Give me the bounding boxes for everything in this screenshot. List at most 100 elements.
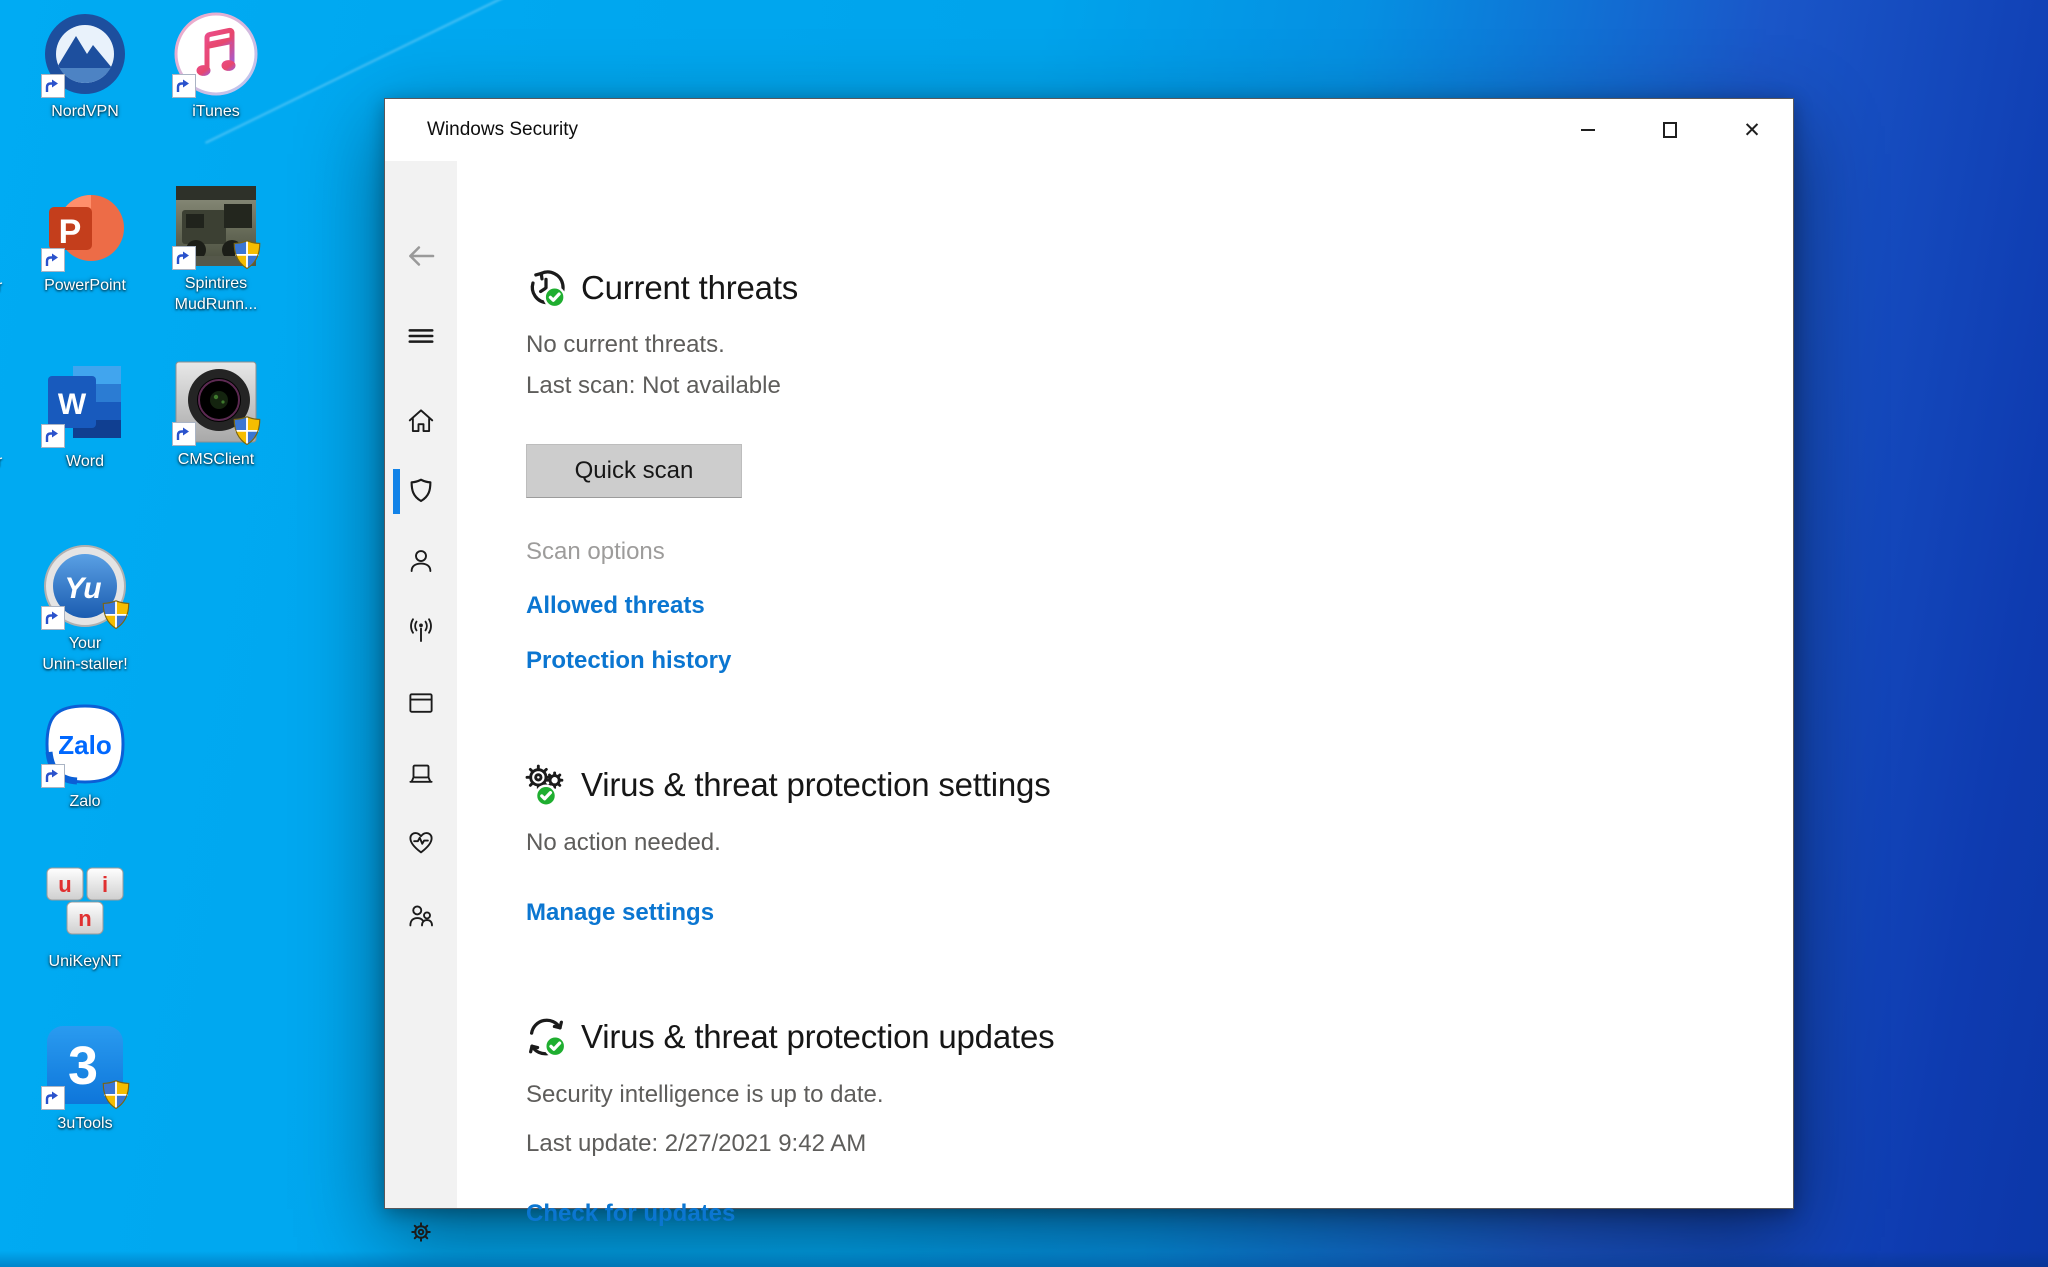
svg-text:u: u xyxy=(58,872,71,897)
desktop-icon-label: 3uTools xyxy=(19,1113,151,1134)
clipped-icon-label: r xyxy=(0,278,2,296)
titlebar: Windows Security ✕ xyxy=(385,99,1793,161)
window-title: Windows Security xyxy=(427,99,578,161)
desktop-icon-label: Your Unin-staller! xyxy=(19,633,151,675)
laptop-icon xyxy=(406,758,436,788)
navigation-sidebar xyxy=(385,161,457,1208)
desktop-icon-unikeynt[interactable]: u i n UniKeyNT xyxy=(19,862,151,972)
back-button[interactable] xyxy=(385,232,457,280)
section-protection-updates-header: Virus & threat protection updates xyxy=(523,1014,1054,1060)
uac-shield-icon xyxy=(230,414,264,448)
shortcut-arrow-icon xyxy=(41,1086,65,1110)
label-line: MudRunn... xyxy=(150,294,282,315)
section-title: Virus & threat protection updates xyxy=(581,1018,1054,1056)
shield-icon xyxy=(406,476,436,506)
uac-shield-icon xyxy=(99,598,133,632)
maximize-button[interactable] xyxy=(1629,99,1711,161)
shortcut-arrow-icon xyxy=(41,74,65,98)
settings-gears-icon xyxy=(523,762,569,808)
svg-text:n: n xyxy=(78,906,91,931)
label-line: Unin-staller! xyxy=(19,654,151,675)
shortcut-arrow-icon xyxy=(172,422,196,446)
svg-text:3: 3 xyxy=(68,1036,98,1096)
sidebar-item-home[interactable] xyxy=(385,397,457,445)
shortcut-arrow-icon xyxy=(41,424,65,448)
sidebar-item-app-browser-control[interactable] xyxy=(385,679,457,727)
unikeynt-icon: u i n xyxy=(43,862,127,946)
desktop-icon-label: Word xyxy=(19,451,151,472)
wireless-antenna-icon xyxy=(406,616,436,646)
svg-text:i: i xyxy=(102,872,108,897)
threats-status-text: No current threats. xyxy=(526,331,725,359)
settings-button[interactable] xyxy=(385,1208,457,1256)
manage-settings-link[interactable]: Manage settings xyxy=(526,899,714,927)
close-button[interactable]: ✕ xyxy=(1711,99,1793,161)
person-icon xyxy=(406,546,436,576)
section-title: Virus & threat protection settings xyxy=(581,766,1051,804)
shortcut-arrow-icon xyxy=(41,606,65,630)
desktop-icon-label: Spintires MudRunn... xyxy=(150,273,282,315)
sidebar-item-virus-threat-protection[interactable] xyxy=(385,467,457,515)
desktop-icon-spintires[interactable]: Spintires MudRunn... xyxy=(150,184,282,315)
section-title: Current threats xyxy=(581,269,798,307)
hamburger-menu-icon xyxy=(406,321,436,351)
desktop-icon-word[interactable]: W Word xyxy=(19,362,151,472)
sidebar-item-device-security[interactable] xyxy=(385,749,457,797)
desktop-icon-3utools[interactable]: 3 3uTools xyxy=(19,1024,151,1134)
gear-icon xyxy=(406,1217,436,1247)
desktop-icon-nordvpn[interactable]: NordVPN xyxy=(19,12,151,122)
clipped-icon-label: r xyxy=(0,453,2,471)
svg-text:Zalo: Zalo xyxy=(58,730,111,760)
refresh-update-icon xyxy=(523,1014,569,1060)
desktop-icon-your-uninstaller[interactable]: Yu Your Unin-staller! xyxy=(19,544,151,675)
scan-options-link[interactable]: Scan options xyxy=(526,538,665,566)
desktop-icon-label: PowerPoint xyxy=(19,275,151,296)
svg-text:W: W xyxy=(58,388,87,421)
section-protection-settings-header: Virus & threat protection settings xyxy=(523,762,1051,808)
back-arrow-icon xyxy=(404,239,438,273)
desktop-icon-label: CMSClient xyxy=(150,449,282,470)
home-icon xyxy=(406,406,436,436)
desktop: r r NordVPN xyxy=(0,0,2048,1267)
shortcut-arrow-icon xyxy=(172,246,196,270)
sidebar-item-firewall-network-protection[interactable] xyxy=(385,607,457,655)
label-line: Your xyxy=(19,633,151,654)
desktop-icon-label: iTunes xyxy=(150,101,282,122)
svg-text:P: P xyxy=(59,213,82,251)
uac-shield-icon xyxy=(99,1078,133,1112)
check-for-updates-link[interactable]: Check for updates xyxy=(526,1200,735,1228)
maximize-icon xyxy=(1663,122,1677,138)
minimize-icon xyxy=(1581,129,1595,131)
updates-status-text: Security intelligence is up to date. xyxy=(526,1081,884,1109)
allowed-threats-link[interactable]: Allowed threats xyxy=(526,592,705,620)
main-content: Current threats No current threats. Last… xyxy=(457,161,1793,1208)
desktop-icon-itunes[interactable]: iTunes xyxy=(150,12,282,122)
protection-history-link[interactable]: Protection history xyxy=(526,647,731,675)
sidebar-item-account-protection[interactable] xyxy=(385,537,457,585)
browser-window-icon xyxy=(406,688,436,718)
svg-text:Yu: Yu xyxy=(64,572,101,605)
windows-security-window: Windows Security ✕ xyxy=(384,98,1794,1209)
shortcut-arrow-icon xyxy=(41,764,65,788)
desktop-icon-powerpoint[interactable]: P PowerPoint xyxy=(19,186,151,296)
sidebar-item-device-performance-health[interactable] xyxy=(385,819,457,867)
shortcut-arrow-icon xyxy=(172,74,196,98)
label-line: Spintires xyxy=(150,273,282,294)
desktop-icon-cmsclient[interactable]: CMSClient xyxy=(150,360,282,470)
last-scan-text: Last scan: Not available xyxy=(526,372,781,400)
heart-pulse-icon xyxy=(406,828,436,858)
section-current-threats-header: Current threats xyxy=(523,265,798,311)
minimize-button[interactable] xyxy=(1547,99,1629,161)
desktop-icon-label: NordVPN xyxy=(19,101,151,122)
desktop-icon-label: Zalo xyxy=(19,791,151,812)
close-icon: ✕ xyxy=(1743,120,1761,141)
menu-button[interactable] xyxy=(385,312,457,360)
last-update-text: Last update: 2/27/2021 9:42 AM xyxy=(526,1130,866,1158)
scan-history-icon xyxy=(523,265,569,311)
shortcut-arrow-icon xyxy=(41,248,65,272)
settings-status-text: No action needed. xyxy=(526,829,721,857)
desktop-icon-zalo[interactable]: Zalo Zalo xyxy=(19,702,151,812)
quick-scan-button[interactable]: Quick scan xyxy=(526,444,742,498)
family-icon xyxy=(406,901,436,931)
sidebar-item-family-options[interactable] xyxy=(385,892,457,940)
